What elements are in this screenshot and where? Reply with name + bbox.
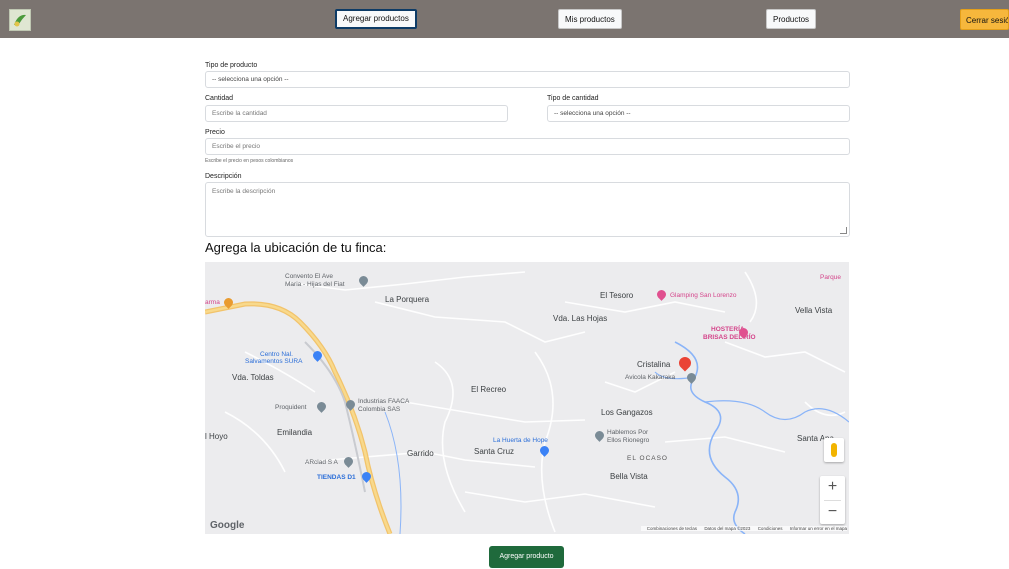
attrib-report-link[interactable]: Informar un error en el mapa xyxy=(790,526,847,531)
nav-mis-productos[interactable]: Mis productos xyxy=(558,9,622,29)
price-input[interactable]: Escribe el precio xyxy=(205,138,850,155)
map-label-garrido: Garrido xyxy=(407,449,434,458)
nav-productos[interactable]: Productos xyxy=(766,9,817,29)
nav-agregar-productos[interactable]: Agregar productos xyxy=(335,9,417,29)
map-label-la-porquera: La Porquera xyxy=(385,295,430,304)
add-product-button[interactable]: Agregar producto xyxy=(489,546,564,568)
map-label-hablemos: Hablemos Por xyxy=(607,429,649,436)
map-label-vda-toldas: Vda. Toldas xyxy=(232,373,274,382)
description-textarea[interactable]: Escribe la descripción xyxy=(205,182,850,237)
description-label: Descripción xyxy=(205,173,242,180)
product-type-label: Tipo de producto xyxy=(205,62,258,69)
map-label-arclad: ARclad S A xyxy=(305,459,338,466)
quantity-type-label: Tipo de cantidad xyxy=(547,95,599,102)
price-help-text: Escribe el precio en pesos colombianos xyxy=(205,158,294,164)
map-label-los-gangazos: Los Gangazos xyxy=(601,408,653,417)
map-label-industrias: Industrias FAACA xyxy=(358,398,410,405)
location-title: Agrega la ubicación de tu finca: xyxy=(205,240,387,255)
logo-icon[interactable] xyxy=(9,9,31,31)
navbar: Agregar productos Mis productos Producto… xyxy=(0,0,1009,38)
logout-button[interactable]: Cerrar sesión xyxy=(960,9,1009,30)
map-label-cristalina: Cristalina xyxy=(637,360,671,369)
map-label-el-hoyo: l Hoyo xyxy=(205,432,228,441)
map-label-salvamentos: Salvamentos SURA xyxy=(245,358,303,365)
map-label-convento: Convento El Ave xyxy=(285,273,333,280)
quantity-input[interactable]: Escribe la cantidad xyxy=(205,105,508,122)
map-label-colombia-sas: Colombia SAS xyxy=(358,406,401,413)
map-label-centro: Centro Nal. xyxy=(260,351,293,358)
map-label-ellos: Ellos Rionegro xyxy=(607,437,650,444)
attrib-shortcuts-link[interactable]: Combinaciones de teclas xyxy=(647,526,697,531)
map[interactable]: Convento El Ave Maria - Hijas del Fiat L… xyxy=(205,262,849,534)
product-type-select[interactable]: -- selecciona una opción -- xyxy=(205,71,850,88)
zoom-control: + − xyxy=(820,476,845,524)
price-label: Precio xyxy=(205,129,225,136)
map-label-vda-las-hojas: Vda. Las Hojas xyxy=(553,314,608,323)
google-logo: Google xyxy=(210,520,245,531)
map-label-santa-cruz: Santa Cruz xyxy=(474,447,515,456)
map-label-avicola: Avicola Kakaraka xyxy=(625,374,676,381)
map-label-huerta: La Huerta de Hope xyxy=(493,437,548,444)
quantity-label: Cantidad xyxy=(205,95,234,102)
description-placeholder: Escribe la descripción xyxy=(212,188,276,195)
attrib-terms-link[interactable]: Condiciones xyxy=(758,526,783,531)
map-label-brisas: BRISAS DEL RÍO xyxy=(703,334,756,341)
street-view-pegman-icon[interactable] xyxy=(824,438,844,462)
map-attribution: Combinaciones de teclas Datos del mapa ©… xyxy=(640,526,847,531)
map-label-el-recreo: El Recreo xyxy=(471,385,507,394)
quantity-type-select[interactable]: -- selecciona una opción -- xyxy=(547,105,850,122)
map-label-emilandia: Emilandia xyxy=(277,428,313,437)
map-label-glamping: Glamping San Lorenzo xyxy=(670,292,737,299)
map-label-el-tesoro: El Tesoro xyxy=(600,291,634,300)
map-label-bella-vista: Bella Vista xyxy=(610,472,648,481)
map-label-arma: arma xyxy=(205,299,220,306)
map-label-vella-vista: Vella Vista xyxy=(795,306,833,315)
attrib-data: Datos del mapa ©2023 xyxy=(704,526,751,531)
zoom-out-button[interactable]: − xyxy=(820,501,845,525)
zoom-in-button[interactable]: + xyxy=(820,476,845,500)
map-label-convento2: Maria - Hijas del Fiat xyxy=(285,281,345,288)
map-roads xyxy=(205,271,849,534)
map-label-tiendas: TIENDAS D1 xyxy=(317,474,356,481)
resize-handle-icon[interactable] xyxy=(840,227,847,234)
map-label-parque: Parque xyxy=(820,274,841,281)
map-label-proquident: Proquident xyxy=(275,404,307,411)
map-label-el-ocaso: EL OCASO xyxy=(627,455,668,462)
